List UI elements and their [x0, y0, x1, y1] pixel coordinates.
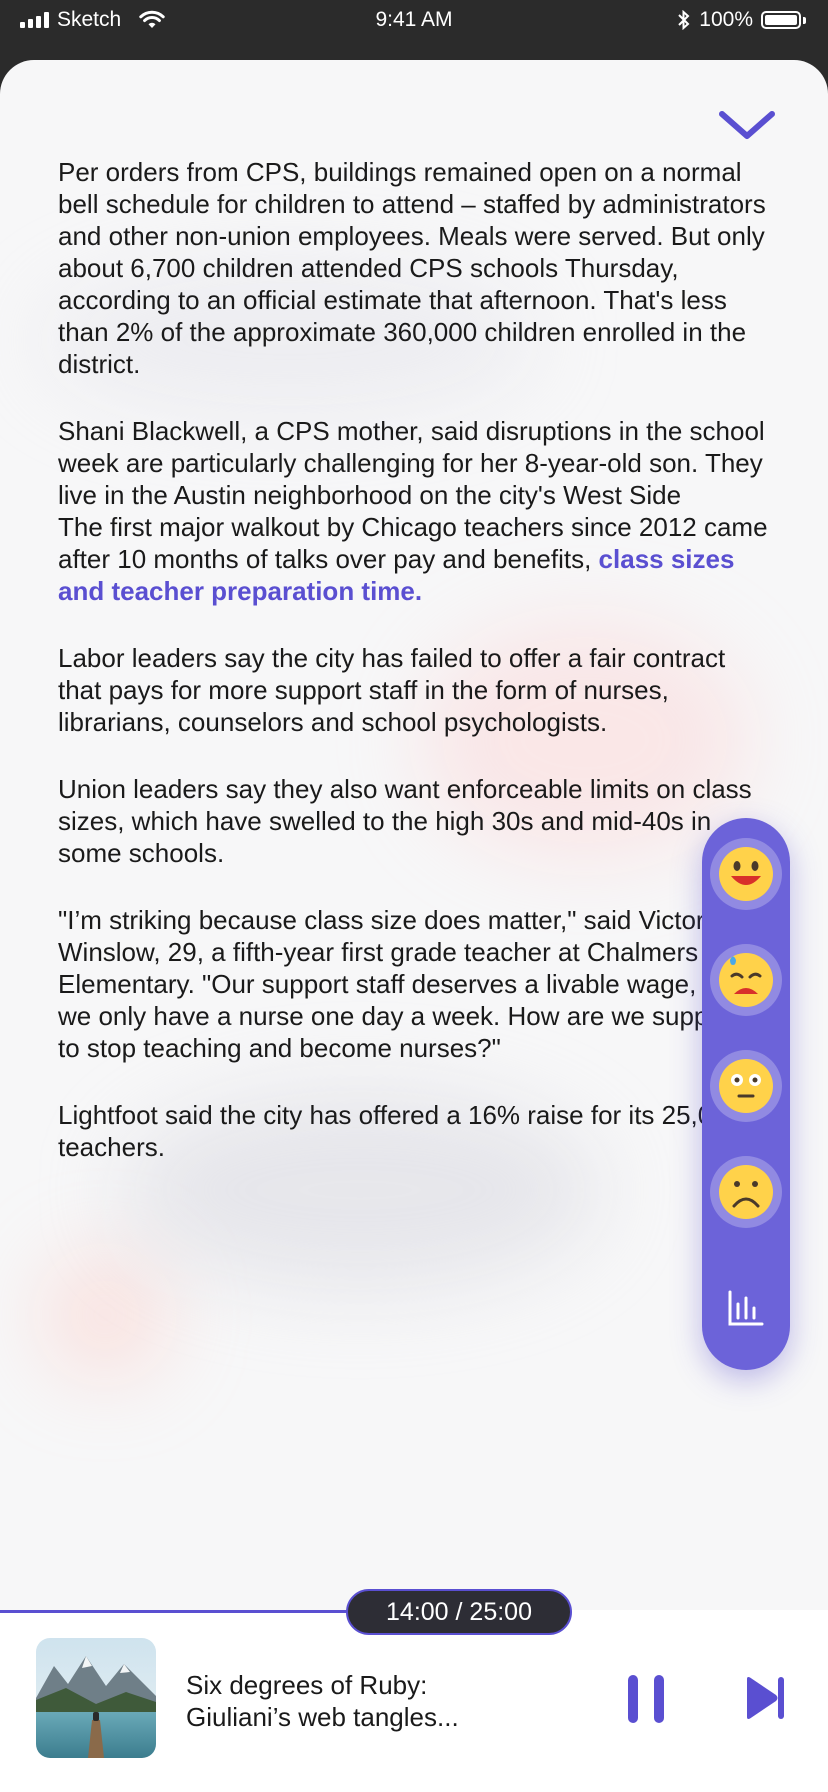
article-body: Per orders from CPS, buildings remained …	[58, 156, 768, 1198]
battery-icon	[761, 11, 801, 29]
audio-player: Six degrees of Ruby: Giuliani’s web tang…	[0, 1613, 828, 1792]
article-paragraph: Union leaders say they also want enforce…	[58, 774, 752, 868]
bluetooth-icon	[678, 10, 690, 30]
sad-sweat-face-icon	[719, 953, 773, 1007]
status-bar: Sketch 9:41 AM 100%	[0, 0, 828, 44]
collapse-chevron-icon[interactable]	[712, 100, 782, 150]
grinning-face-icon	[719, 847, 773, 901]
article-paragraph: Lightfoot said the city has offered a 16…	[58, 1100, 742, 1162]
battery-percent: 100%	[699, 8, 753, 31]
article-paragraph: Per orders from CPS, buildings remained …	[58, 157, 766, 379]
pause-icon[interactable]	[626, 1673, 666, 1725]
track-thumbnail[interactable]	[36, 1638, 156, 1758]
article-paragraph: Shani Blackwell, a CPS mother, said disr…	[58, 416, 765, 510]
surprised-face-button[interactable]	[710, 1050, 782, 1122]
article-paragraph: "I’m striking because class size does ma…	[58, 905, 765, 1063]
track-title[interactable]: Six degrees of Ruby: Giuliani’s web tang…	[186, 1669, 526, 1733]
frowning-face-icon	[719, 1165, 773, 1219]
playback-time: 14:00 / 25:00	[346, 1589, 572, 1635]
bar-chart-icon[interactable]	[726, 1288, 766, 1328]
reaction-bar	[702, 818, 790, 1370]
article-paragraph: Labor leaders say the city has failed to…	[58, 643, 726, 737]
mountain-lake-image	[36, 1638, 156, 1758]
article-paragraph: The first major walkout by Chicago teach…	[58, 512, 768, 606]
grinning-face-button[interactable]	[710, 838, 782, 910]
frowning-face-button[interactable]	[710, 1156, 782, 1228]
skip-next-icon[interactable]	[744, 1675, 786, 1721]
surprised-face-icon	[719, 1059, 773, 1113]
sad-sweat-face-button[interactable]	[710, 944, 782, 1016]
